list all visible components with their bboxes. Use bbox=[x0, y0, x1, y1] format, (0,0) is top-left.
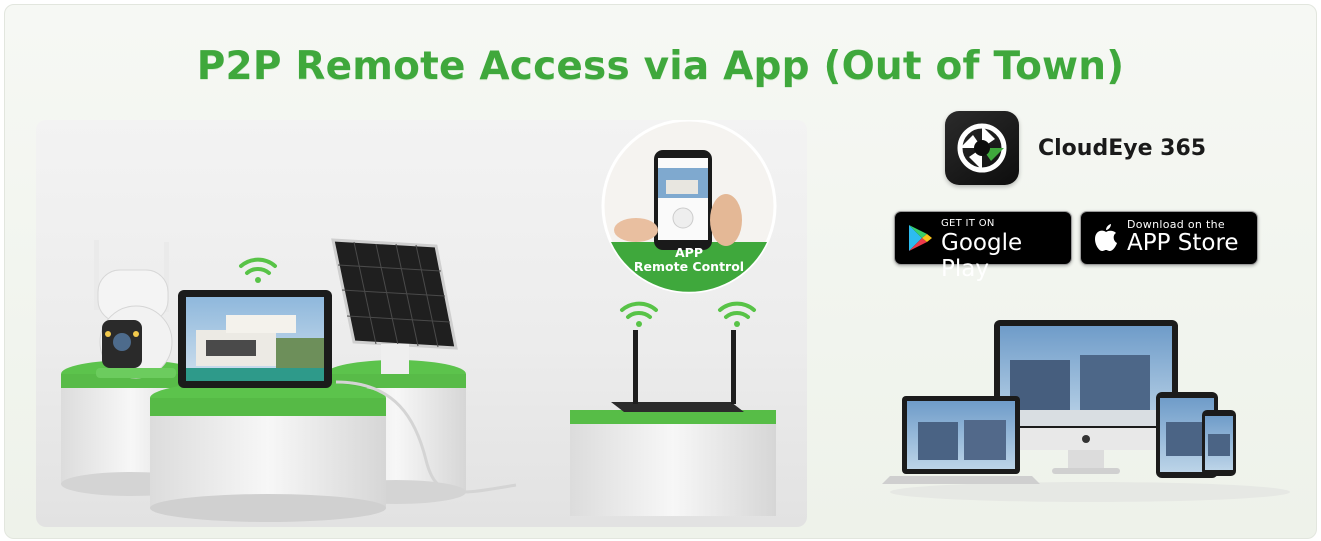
apple-icon bbox=[1095, 224, 1117, 251]
solar-panel-image bbox=[331, 238, 458, 374]
callout-line-remote: Remote Control bbox=[633, 259, 745, 274]
wifi-icon-monitor bbox=[239, 257, 277, 283]
google-play-small-text: GET IT ON bbox=[941, 218, 995, 229]
app-name: CloudEye 365 bbox=[1038, 136, 1207, 161]
callout-line-app: APP bbox=[675, 245, 703, 260]
laptop-image bbox=[882, 396, 1040, 484]
aperture-icon bbox=[957, 123, 1007, 173]
page-title: P2P Remote Access via App (Out of Town) bbox=[196, 44, 1125, 89]
product-scene-illustration bbox=[61, 120, 777, 522]
wifi-icon-router-right bbox=[718, 301, 756, 327]
devices-group bbox=[880, 310, 1300, 510]
pedestal-router bbox=[570, 410, 776, 516]
google-play-badge[interactable]: GET IT ON Google Play bbox=[894, 211, 1072, 282]
google-play-big-text: Google Play bbox=[941, 230, 1023, 282]
aperture-app-icon[interactable] bbox=[945, 111, 1019, 185]
app-store-big-text: APP Store bbox=[1127, 230, 1239, 256]
desktop-monitor-image bbox=[994, 320, 1178, 474]
router-image bbox=[611, 330, 744, 412]
ptz-camera-image bbox=[94, 240, 176, 379]
app-remote-control-label: APP Remote Control bbox=[604, 246, 774, 274]
nvr-monitor-image bbox=[178, 290, 332, 388]
app-store-badge[interactable]: Download on the APP Store bbox=[1080, 211, 1258, 265]
google-play-icon bbox=[909, 225, 932, 251]
devices-illustration bbox=[882, 320, 1290, 502]
pedestal-monitor bbox=[150, 380, 386, 522]
phone-image bbox=[1202, 410, 1236, 476]
wifi-icon-router-left bbox=[620, 301, 658, 327]
product-scene: APP Remote Control bbox=[36, 120, 807, 527]
